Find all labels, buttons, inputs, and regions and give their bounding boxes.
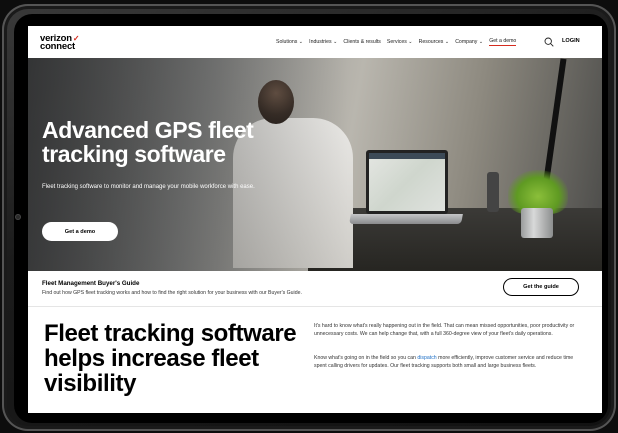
- nav-services[interactable]: Services ⌄: [387, 39, 413, 45]
- hero-image-laptop-screen: [369, 153, 445, 211]
- login-link[interactable]: LOGIN: [562, 38, 580, 44]
- nav-get-a-demo[interactable]: Get a demo: [489, 38, 517, 46]
- hero-image-plant-pot: [521, 208, 553, 238]
- search-icon[interactable]: [544, 37, 554, 47]
- section-paragraph-2: Know what's going on in the field so you…: [314, 355, 580, 370]
- dispatch-link[interactable]: dispatch: [417, 355, 436, 361]
- verizon-connect-logo[interactable]: verizon✓ connect: [40, 33, 80, 52]
- nav-company[interactable]: Company ⌄: [455, 39, 483, 45]
- hero-subtitle: Fleet tracking software to monitor and m…: [42, 184, 255, 190]
- guide-title: Fleet Management Buyer's Guide: [42, 280, 140, 287]
- buyers-guide-banner: Fleet Management Buyer's Guide Find out …: [28, 271, 602, 307]
- guide-description: Find out how GPS fleet tracking works an…: [42, 290, 302, 296]
- visibility-section: Fleet tracking software helps increase f…: [28, 307, 602, 413]
- nav-clients-results[interactable]: Clients & results: [343, 39, 380, 45]
- nav-industries[interactable]: Industries ⌄: [309, 39, 337, 45]
- main-nav: Solutions ⌄ Industries ⌄ Clients & resul…: [276, 26, 517, 58]
- hero-banner: Advanced GPS fleet tracking software Fle…: [28, 58, 602, 271]
- web-page: verizon✓ connect Solutions ⌄ Industries …: [28, 26, 602, 413]
- site-header: verizon✓ connect Solutions ⌄ Industries …: [28, 26, 602, 58]
- paragraph-2-text-start: Know what's going on in the field so you…: [314, 355, 418, 361]
- section-paragraph-1: It's hard to know what's really happenin…: [314, 323, 575, 337]
- section-title: Fleet tracking software helps increase f…: [44, 320, 297, 397]
- hero-image-laptop: [366, 150, 448, 214]
- hero-image-phone: [487, 172, 499, 212]
- logo-text-connect: connect: [40, 41, 76, 52]
- nav-resources[interactable]: Resources ⌄: [419, 39, 450, 45]
- get-a-demo-button[interactable]: Get a demo: [42, 222, 118, 241]
- get-the-guide-button[interactable]: Get the guide: [503, 278, 579, 296]
- nav-solutions[interactable]: Solutions ⌄: [276, 39, 303, 45]
- hero-title: Advanced GPS fleet tracking software: [42, 117, 254, 167]
- camera-icon: [15, 214, 21, 220]
- hero-image-laptop-base: [349, 214, 463, 224]
